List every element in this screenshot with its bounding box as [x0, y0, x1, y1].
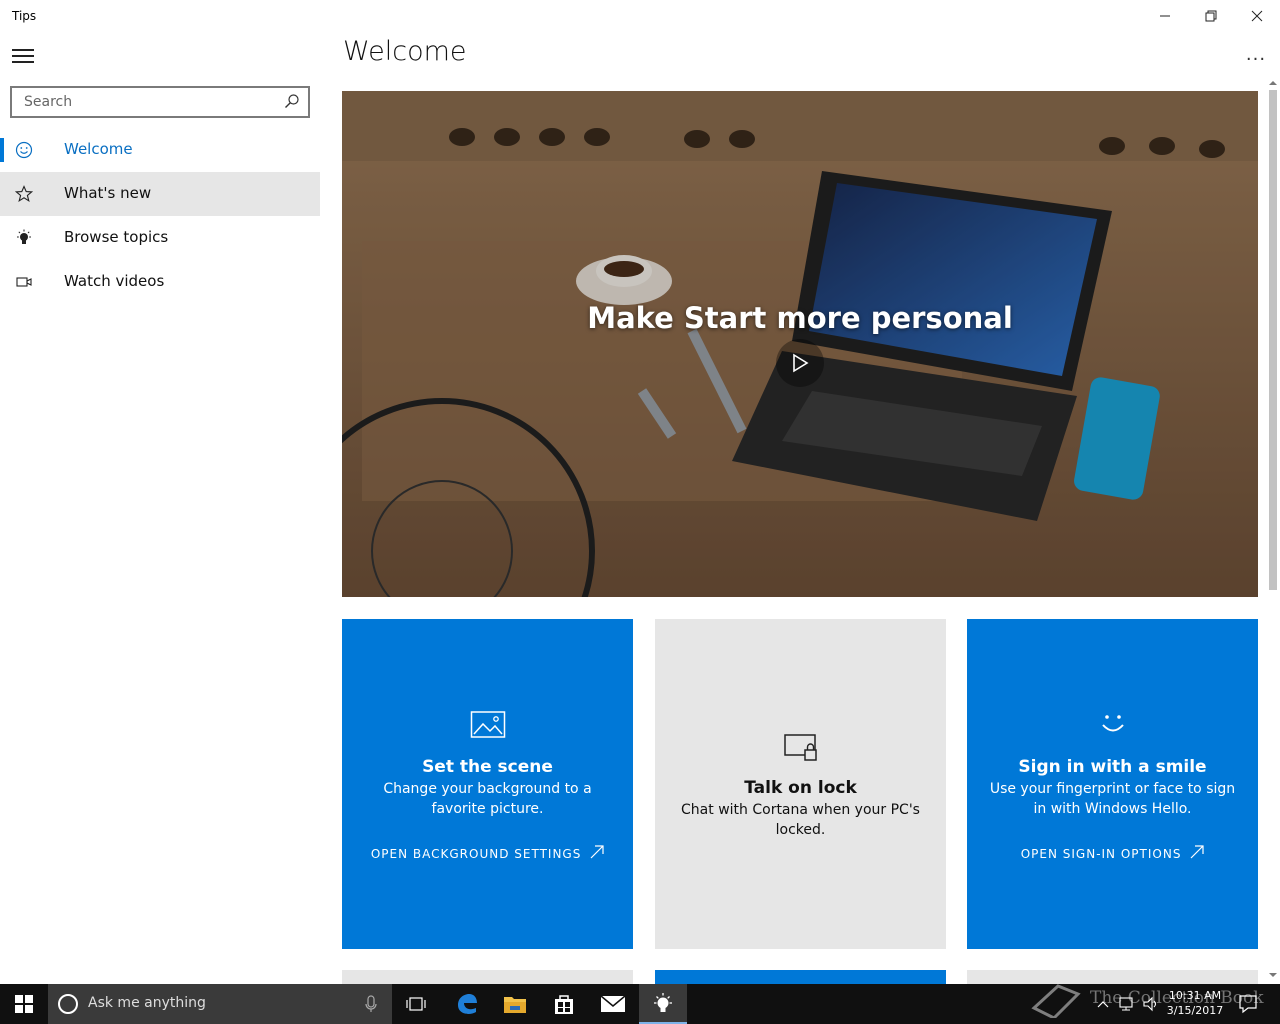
tile-description: Change your background to a favorite pic… [383, 781, 592, 817]
tile-talk-on-lock[interactable]: Talk on lock Chat with Cortana when your… [655, 619, 946, 949]
sidebar: Welcome What's new Browse topics Watch v… [0, 32, 320, 984]
close-button[interactable] [1234, 0, 1280, 32]
store-icon [555, 995, 573, 1014]
nav-item-whats-new[interactable]: What's new [0, 172, 320, 216]
smile-icon [967, 710, 1258, 738]
app-title: Tips [12, 9, 37, 23]
taskbar: Ask me anything The Collection Book 10:3… [0, 984, 1280, 1024]
link-label: OPEN SIGN-IN OPTIONS [1020, 847, 1182, 861]
taskbar-store[interactable] [540, 984, 588, 1024]
volume-icon[interactable] [1142, 996, 1160, 1012]
nav-list: Welcome What's new Browse topics Watch v… [0, 128, 320, 304]
hero-video[interactable]: Make Start more personal [342, 91, 1258, 597]
arrow-up-right-icon [1190, 845, 1204, 859]
link-label: OPEN BACKGROUND SETTINGS [370, 847, 582, 861]
minimize-icon [1160, 15, 1170, 17]
smiley-icon [14, 140, 34, 160]
tile-partial[interactable] [967, 970, 1258, 984]
star-icon [14, 184, 34, 204]
nav-item-watch-videos[interactable]: Watch videos [0, 260, 320, 304]
taskbar-mail[interactable] [589, 984, 637, 1024]
tile-title: Set the scene [422, 757, 553, 777]
tile-partial[interactable] [655, 970, 946, 984]
nav-item-welcome[interactable]: Welcome [0, 128, 320, 172]
tile-title: Sign in with a smile [1018, 757, 1207, 777]
clock-date: 3/15/2017 [1166, 1004, 1224, 1017]
tile-sign-in-with-a-smile[interactable]: Sign in with a smile Use your fingerprin… [967, 619, 1258, 949]
hamburger-menu-button[interactable] [12, 48, 36, 66]
cortana-search-box[interactable]: Ask me anything [48, 984, 392, 1024]
clock[interactable]: 10:31 AM 3/15/2017 [1160, 988, 1230, 1018]
cortana-icon [58, 994, 78, 1014]
scroll-down-icon [1269, 973, 1277, 977]
action-center-icon[interactable] [1238, 994, 1258, 1014]
search-button[interactable] [284, 93, 302, 111]
book-logo-icon [1031, 984, 1081, 1018]
hero-title: Make Start more personal [587, 301, 1013, 335]
vertical-scrollbar[interactable] [1266, 76, 1280, 984]
open-background-settings-link[interactable]: OPEN BACKGROUND SETTINGS [342, 845, 633, 861]
restore-icon [1205, 10, 1217, 22]
search-input[interactable] [22, 93, 282, 111]
show-hidden-icons-icon[interactable] [1096, 999, 1110, 1009]
taskbar-edge[interactable] [443, 984, 491, 1024]
tile-description: Chat with Cortana when your PC's locked. [681, 802, 920, 838]
nav-item-browse-topics[interactable]: Browse topics [0, 216, 320, 260]
lightbulb-icon [654, 993, 672, 1012]
search-box [10, 86, 310, 118]
play-button[interactable] [776, 339, 824, 387]
tile-set-the-scene[interactable]: Set the scene Change your background to … [342, 619, 633, 949]
video-camera-icon [14, 272, 34, 292]
lightbulb-icon [14, 228, 34, 248]
taskbar-tips[interactable] [639, 984, 687, 1024]
scroll-up-icon [1269, 81, 1277, 85]
restore-button[interactable] [1188, 0, 1234, 32]
lock-screen-icon [655, 733, 946, 763]
scroll-thumb[interactable] [1269, 90, 1277, 590]
title-bar: Tips [0, 0, 1280, 32]
cortana-placeholder: Ask me anything [88, 995, 206, 1011]
nav-item-label: Browse topics [64, 228, 169, 246]
more-options-button[interactable]: ... [1240, 44, 1272, 68]
search-icon [285, 94, 299, 109]
nav-item-label: Welcome [64, 140, 133, 158]
tile-title: Talk on lock [744, 778, 857, 798]
start-button[interactable] [0, 984, 48, 1024]
mail-icon [600, 995, 626, 1012]
nav-item-label: What's new [64, 184, 152, 202]
clock-time: 10:31 AM [1168, 989, 1222, 1002]
nav-item-label: Watch videos [64, 272, 165, 290]
close-icon [1251, 10, 1263, 22]
page-title: Welcome [343, 36, 467, 67]
windows-logo-icon [15, 995, 33, 1013]
picture-icon [342, 710, 633, 740]
network-icon[interactable] [1118, 996, 1136, 1012]
taskbar-file-explorer[interactable] [491, 984, 539, 1024]
tile-description: Use your fingerprint or face to sign in … [989, 781, 1236, 817]
play-icon [793, 353, 809, 373]
arrow-up-right-icon [590, 845, 604, 859]
tile-partial[interactable] [342, 970, 633, 984]
task-view-icon [406, 997, 426, 1011]
task-view-button[interactable] [392, 984, 440, 1024]
open-sign-in-options-link[interactable]: OPEN SIGN-IN OPTIONS [967, 845, 1258, 861]
microphone-icon[interactable] [364, 995, 378, 1013]
folder-icon [504, 997, 526, 1013]
edge-browser-icon [458, 994, 477, 1014]
minimize-button[interactable] [1142, 0, 1188, 32]
